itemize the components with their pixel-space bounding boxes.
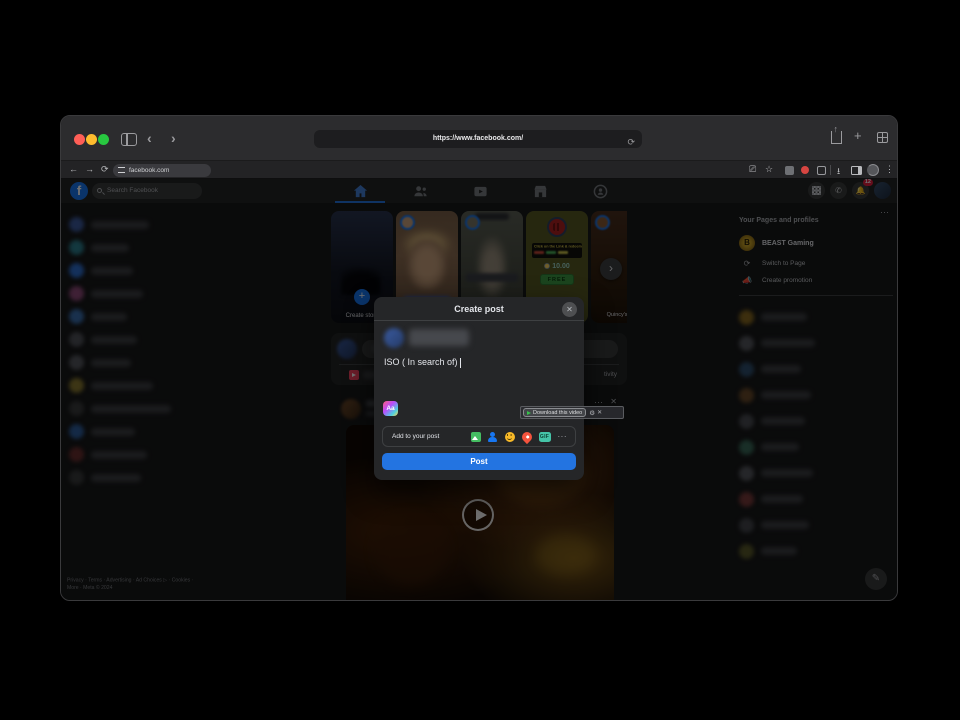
site-info-icon [118, 167, 125, 173]
chrome-profile-avatar[interactable] [867, 164, 879, 176]
chrome-forward-icon[interactable]: → [85, 164, 94, 174]
add-to-post-box: Add to your post GIF ··· [382, 426, 576, 447]
side-panel-icon[interactable] [851, 166, 862, 175]
photo-video-icon[interactable] [471, 432, 481, 442]
site-domain: facebook.com [129, 167, 169, 174]
post-text-input[interactable]: ISO ( In search of) [384, 357, 461, 368]
browser-window: ‹ › https://www.facebook.com/ ⟳ + ← → ⟳ … [60, 115, 898, 601]
chrome-menu-icon[interactable]: ⋮ [885, 164, 894, 175]
check-in-location-icon[interactable] [519, 429, 533, 443]
tab-overview-icon[interactable] [877, 132, 888, 143]
bookmark-star-icon[interactable]: ☆ [765, 164, 773, 175]
safari-toolbar: ‹ › https://www.facebook.com/ ⟳ + [61, 116, 897, 161]
reload-icon[interactable]: ⟳ [627, 133, 635, 151]
more-options-icon[interactable]: ··· [558, 432, 568, 442]
site-chip[interactable]: facebook.com [113, 164, 211, 177]
add-to-post-icons: GIF ··· [471, 432, 568, 442]
modal-title: Create post [374, 297, 584, 321]
new-tab-icon[interactable]: + [854, 128, 862, 143]
back-button[interactable]: ‹ [147, 130, 152, 146]
facebook-page: f Search Facebook [61, 179, 898, 601]
text-cursor [460, 358, 461, 368]
post-button[interactable]: Post [382, 453, 576, 470]
chrome-reload-icon[interactable]: ⟳ [101, 164, 109, 175]
recording-extension-icon[interactable] [801, 166, 809, 174]
traffic-light-close[interactable] [74, 134, 85, 145]
add-to-post-label: Add to your post [392, 433, 471, 440]
download-settings-icon[interactable]: ⚙ [589, 409, 595, 417]
url-text: https://www.facebook.com/ [433, 135, 523, 142]
gif-icon[interactable]: GIF [539, 432, 551, 442]
chrome-back-icon[interactable]: ← [69, 164, 78, 174]
close-icon[interactable]: ✕ [562, 302, 577, 317]
create-post-modal: Create post ✕ ISO ( In search of) Aa Add… [374, 297, 584, 480]
traffic-light-minimize[interactable] [86, 134, 97, 145]
video-download-overlay: Download this video ⚙ ✕ [520, 406, 624, 419]
text-background-button[interactable]: Aa [383, 401, 398, 416]
download-close-icon[interactable]: ✕ [597, 409, 602, 416]
feeling-emoji-icon[interactable] [505, 432, 515, 442]
modal-header: Create post ✕ [374, 297, 584, 321]
download-video-button[interactable]: Download this video [523, 408, 586, 417]
traffic-light-zoom[interactable] [98, 134, 109, 145]
address-bar[interactable]: https://www.facebook.com/ ⟳ [314, 130, 642, 148]
extension-icon-2[interactable] [817, 166, 826, 175]
cast-icon[interactable]: ⎚ [749, 164, 756, 175]
modal-user-avatar [384, 328, 404, 348]
chrome-toolbar: ← → ⟳ facebook.com ⎚ ☆ ⭳ ⋮ [61, 161, 897, 179]
downloads-icon[interactable]: ⭳ [837, 164, 840, 180]
toolbar-separator [830, 165, 831, 175]
forward-button[interactable]: › [171, 130, 176, 146]
extension-icon-1[interactable] [785, 166, 794, 175]
modal-user-name-blur [409, 329, 469, 346]
download-play-icon [527, 411, 531, 415]
share-icon[interactable] [831, 131, 842, 144]
safari-sidebar-icon[interactable] [121, 133, 137, 146]
tag-people-icon[interactable] [488, 432, 498, 442]
